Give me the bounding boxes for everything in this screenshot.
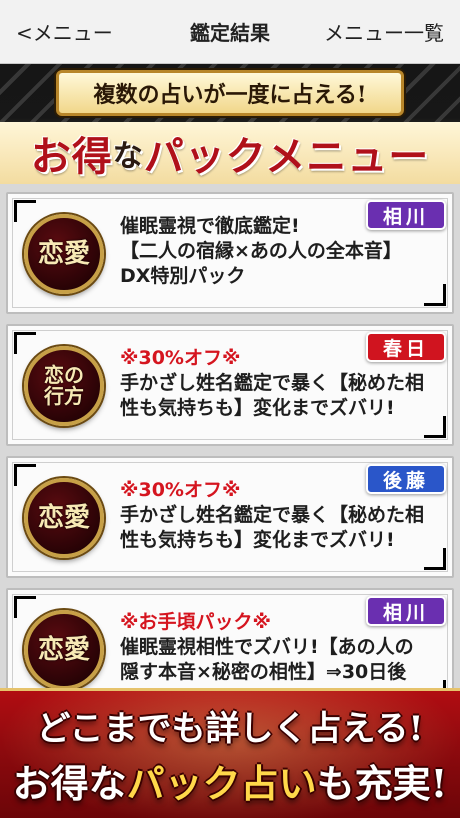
emblem-text: 行方 <box>44 384 84 408</box>
navigation-bar: <メニュー 鑑定結果 メニュー一覧 <box>0 0 460 64</box>
footer-subheadline-highlight: パック占い <box>126 761 317 806</box>
description-line: 催眠霊視で徹底鑑定! <box>120 215 300 237</box>
pack-description: ※お手頃パック※ 催眠霊視相性でズバリ!【あの人の 隠す本音×秘密の相性】⇒30… <box>120 610 440 685</box>
category-emblem: 恋愛 <box>24 610 104 690</box>
banner-heading-part3: パックメニュー <box>143 133 430 180</box>
pack-menu-banner: 複数の占いが一度に占える! お得 な パックメニュー <box>0 64 460 184</box>
description-line: 手かざし姓名鑑定で暴く【秘めた相 <box>120 504 425 527</box>
pack-menu-list: 恋愛 相川 催眠霊視で徹底鑑定! 【二人の宿縁×あの人の全本音】 DX特別パック… <box>0 184 460 710</box>
footer-subheadline-part3: も充実! <box>316 761 448 806</box>
pack-card[interactable]: 恋の 行方 春日 ※30%オフ※ 手かざし姓名鑑定で暴く【秘めた相 性も気持ちも… <box>6 324 454 446</box>
page-title: 鑑定結果 <box>190 21 270 45</box>
description-line: 性も気持ちも】変化までズバリ! <box>120 397 395 420</box>
description-line: DX特別パック <box>120 265 246 288</box>
description-line: 【二人の宿縁×あの人の全本音】 <box>120 240 402 263</box>
back-label[interactable]: <メニュー <box>16 17 113 46</box>
footer-headline: どこまでも詳しく占える! <box>36 709 424 749</box>
banner-tagline: 複数の占いが一度に占える! <box>56 70 404 116</box>
emblem-text: 恋愛 <box>37 635 90 665</box>
promo-label: ※お手頃パック※ <box>120 611 271 633</box>
banner-heading-part1: お得 <box>30 133 113 180</box>
corner-ornament <box>14 200 36 222</box>
footer-subheadline-part1: お得な <box>12 761 127 806</box>
corner-ornament <box>14 332 36 354</box>
corner-ornament <box>14 596 36 618</box>
banner-heading: お得 な パックメニュー <box>0 122 460 184</box>
promo-label: ※30%オフ※ <box>120 347 241 369</box>
footer-subheadline: お得なパック占いも充実! <box>0 753 460 808</box>
category-emblem: 恋の 行方 <box>24 346 104 426</box>
description-line: 手かざし姓名鑑定で暴く【秘めた相 <box>120 372 425 395</box>
promo-label: ※30%オフ※ <box>120 479 241 501</box>
category-emblem: 恋愛 <box>24 478 104 558</box>
emblem-text: 恋の <box>44 363 84 387</box>
description-line: 隠す本音×秘密の相性】⇒30日後 <box>120 661 407 684</box>
pack-card[interactable]: 恋愛 相川 催眠霊視で徹底鑑定! 【二人の宿縁×あの人の全本音】 DX特別パック <box>6 192 454 314</box>
emblem-text: 恋愛 <box>37 239 90 269</box>
back-to-menu-button[interactable]: <メニュー <box>16 17 113 46</box>
category-emblem: 恋愛 <box>24 214 104 294</box>
pack-description: ※30%オフ※ 手かざし姓名鑑定で暴く【秘めた相 性も気持ちも】変化までズバリ! <box>120 346 440 421</box>
emblem-text: 恋愛 <box>37 503 90 533</box>
pack-description: ※30%オフ※ 手かざし姓名鑑定で暴く【秘めた相 性も気持ちも】変化までズバリ! <box>120 478 440 553</box>
pack-description: 催眠霊視で徹底鑑定! 【二人の宿縁×あの人の全本音】 DX特別パック <box>120 214 440 289</box>
pack-card[interactable]: 恋愛 後藤 ※30%オフ※ 手かざし姓名鑑定で暴く【秘めた相 性も気持ちも】変化… <box>6 456 454 578</box>
corner-ornament <box>14 464 36 486</box>
description-line: 性も気持ちも】変化までズバリ! <box>120 529 395 552</box>
description-line: 催眠霊視相性でズバリ!【あの人の <box>120 636 414 659</box>
menu-list-button[interactable]: メニュー一覧 <box>324 17 444 46</box>
promo-footer-banner: どこまでも詳しく占える! お得なパック占いも充実! <box>0 688 460 818</box>
banner-heading-part2: な <box>112 139 144 174</box>
